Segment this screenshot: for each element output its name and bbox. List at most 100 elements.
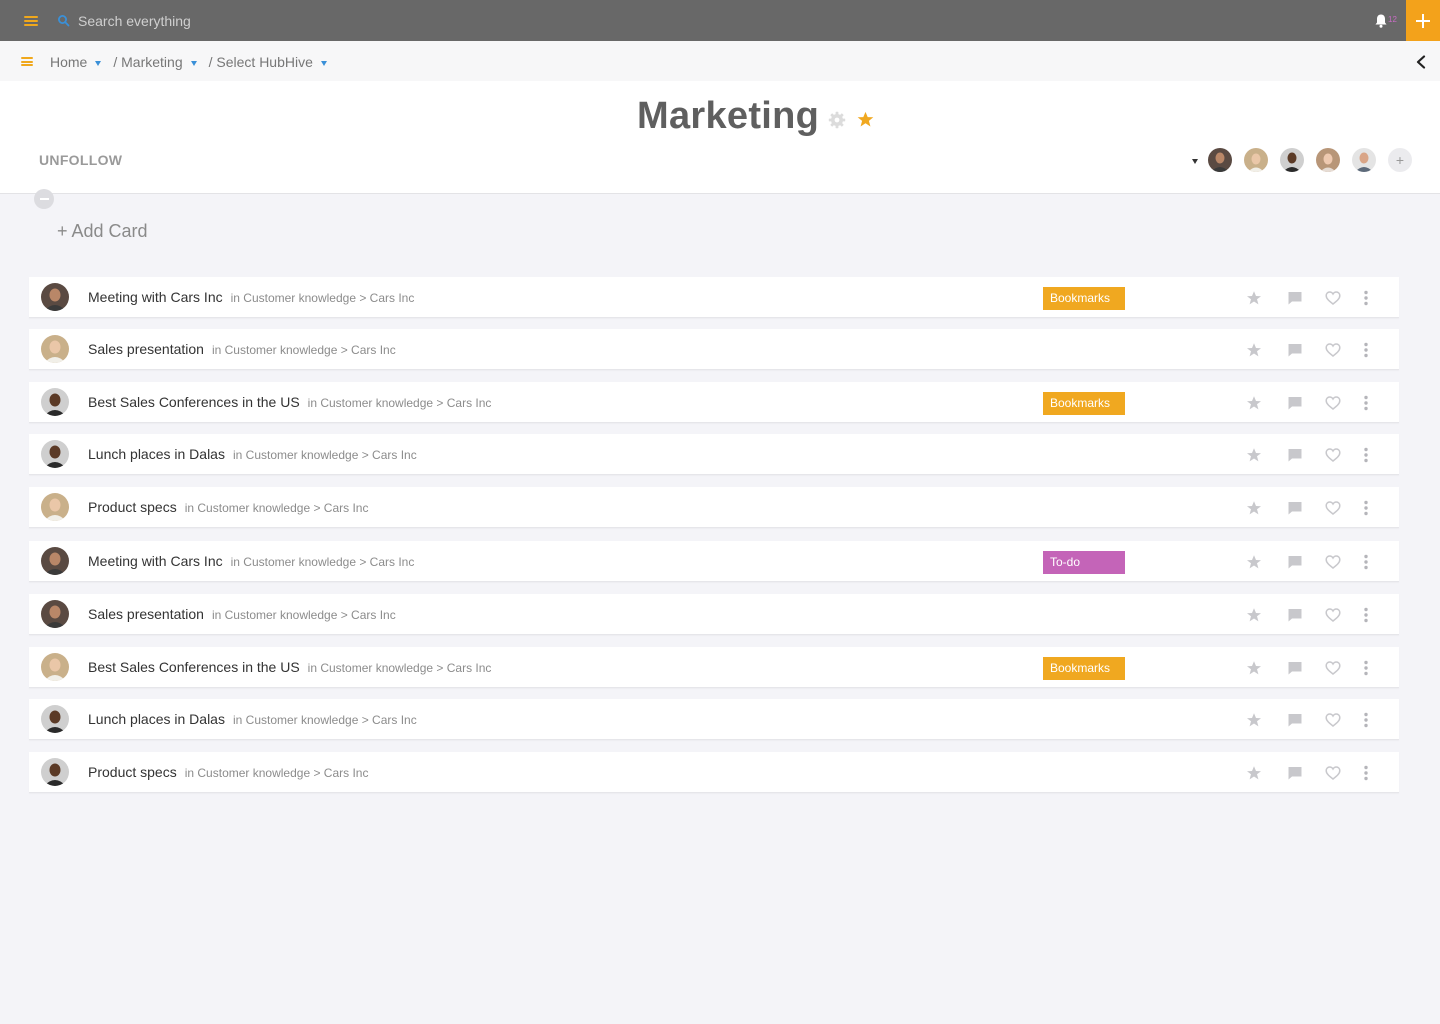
search-input[interactable] — [78, 8, 678, 34]
star-icon[interactable] — [1246, 500, 1262, 516]
chevron-down-icon[interactable] — [320, 60, 327, 66]
avatar[interactable] — [1352, 148, 1376, 172]
star-icon[interactable] — [1246, 765, 1262, 781]
comment-icon[interactable] — [1287, 765, 1303, 781]
comment-icon[interactable] — [1287, 500, 1303, 516]
heart-icon[interactable] — [1325, 607, 1341, 623]
add-card-button[interactable]: + Add Card — [57, 221, 148, 242]
star-icon[interactable] — [1246, 607, 1262, 623]
card-location: in Customer knowledge > Cars Inc — [211, 343, 396, 357]
breadcrumb-home[interactable]: Home — [50, 54, 87, 70]
card-title-block[interactable]: Lunch places in Dalas in Customer knowled… — [88, 711, 417, 727]
breadcrumb-marketing[interactable]: / Marketing — [113, 54, 182, 70]
card-title[interactable]: Product specs — [88, 764, 177, 780]
card-label-badge[interactable]: Bookmarks — [1043, 392, 1125, 415]
card-title[interactable]: Meeting with Cars Inc — [88, 289, 223, 305]
heart-icon[interactable] — [1325, 500, 1341, 516]
breadcrumb-bar: Home / Marketing / Select HubHive — [0, 41, 1440, 81]
avatar[interactable] — [1208, 148, 1232, 172]
avatar[interactable] — [1316, 148, 1340, 172]
card-title[interactable]: Sales presentation — [88, 606, 204, 622]
card-row[interactable]: Best Sales Conferences in the US in Custo… — [29, 647, 1399, 688]
card-title-block[interactable]: Product specs in Customer knowledge > Car… — [88, 499, 368, 515]
card-row[interactable]: Meeting with Cars Inc in Customer knowled… — [29, 541, 1399, 582]
gear-icon[interactable] — [828, 111, 846, 129]
card-title[interactable]: Product specs — [88, 499, 177, 515]
heart-icon[interactable] — [1325, 554, 1341, 570]
comment-icon[interactable] — [1287, 660, 1303, 676]
comment-icon[interactable] — [1287, 342, 1303, 358]
card-title-block[interactable]: Meeting with Cars Inc in Customer knowled… — [88, 289, 414, 305]
heart-icon[interactable] — [1325, 342, 1341, 358]
star-icon[interactable] — [1246, 712, 1262, 728]
star-icon[interactable] — [1246, 447, 1262, 463]
more-options-icon[interactable] — [1362, 342, 1370, 358]
card-title-block[interactable]: Sales presentation in Customer knowledge … — [88, 341, 396, 357]
card-row[interactable]: Lunch places in Dalas in Customer knowled… — [29, 699, 1399, 740]
star-icon[interactable] — [1246, 660, 1262, 676]
card-title[interactable]: Sales presentation — [88, 341, 204, 357]
create-button[interactable] — [1406, 0, 1440, 41]
comment-icon[interactable] — [1287, 395, 1303, 411]
chevron-left-icon[interactable] — [1415, 55, 1427, 69]
card-title-block[interactable]: Meeting with Cars Inc in Customer knowled… — [88, 553, 414, 569]
star-icon[interactable] — [1246, 395, 1262, 411]
more-options-icon[interactable] — [1362, 290, 1370, 306]
heart-icon[interactable] — [1325, 447, 1341, 463]
card-title-block[interactable]: Best Sales Conferences in the US in Custo… — [88, 394, 491, 410]
card-title[interactable]: Lunch places in Dalas — [88, 446, 225, 462]
breadcrumb-select-hubhive[interactable]: / Select HubHive — [209, 54, 313, 70]
star-icon[interactable] — [1246, 290, 1262, 306]
members-dropdown-icon[interactable] — [1192, 159, 1198, 164]
card-label-badge[interactable]: To-do — [1043, 551, 1125, 574]
card-row[interactable]: Sales presentation in Customer knowledge … — [29, 329, 1399, 370]
avatar[interactable] — [1280, 148, 1304, 172]
more-options-icon[interactable] — [1362, 765, 1370, 781]
sidebar-toggle-icon[interactable] — [21, 57, 33, 66]
more-options-icon[interactable] — [1362, 607, 1370, 623]
chevron-down-icon[interactable] — [95, 60, 102, 66]
comment-icon[interactable] — [1287, 712, 1303, 728]
card-title-block[interactable]: Product specs in Customer knowledge > Car… — [88, 764, 368, 780]
card-title-block[interactable]: Best Sales Conferences in the US in Custo… — [88, 659, 491, 675]
more-options-icon[interactable] — [1362, 500, 1370, 516]
star-icon[interactable] — [857, 111, 874, 128]
avatar[interactable] — [1244, 148, 1268, 172]
star-icon[interactable] — [1246, 342, 1262, 358]
more-options-icon[interactable] — [1362, 447, 1370, 463]
more-options-icon[interactable] — [1362, 554, 1370, 570]
card-title-block[interactable]: Sales presentation in Customer knowledge … — [88, 606, 396, 622]
card-row[interactable]: Sales presentation in Customer knowledge … — [29, 594, 1399, 635]
unfollow-button[interactable]: UNFOLLOW — [39, 152, 122, 168]
card-title[interactable]: Best Sales Conferences in the US — [88, 659, 300, 675]
more-options-icon[interactable] — [1362, 395, 1370, 411]
comment-icon[interactable] — [1287, 290, 1303, 306]
menu-icon[interactable] — [24, 16, 38, 26]
card-title-block[interactable]: Lunch places in Dalas in Customer knowled… — [88, 446, 417, 462]
collapse-button[interactable] — [34, 189, 54, 209]
star-icon[interactable] — [1246, 554, 1262, 570]
heart-icon[interactable] — [1325, 290, 1341, 306]
card-row[interactable]: Product specs in Customer knowledge > Car… — [29, 487, 1399, 528]
card-title[interactable]: Meeting with Cars Inc — [88, 553, 223, 569]
card-row[interactable]: Best Sales Conferences in the US in Custo… — [29, 382, 1399, 423]
heart-icon[interactable] — [1325, 395, 1341, 411]
card-title[interactable]: Best Sales Conferences in the US — [88, 394, 300, 410]
card-row[interactable]: Lunch places in Dalas in Customer knowled… — [29, 434, 1399, 475]
card-row[interactable]: Meeting with Cars Inc in Customer knowled… — [29, 277, 1399, 318]
comment-icon[interactable] — [1287, 554, 1303, 570]
card-label-badge[interactable]: Bookmarks — [1043, 287, 1125, 310]
card-label-badge[interactable]: Bookmarks — [1043, 657, 1125, 680]
chevron-down-icon[interactable] — [190, 60, 197, 66]
more-options-icon[interactable] — [1362, 660, 1370, 676]
card-title[interactable]: Lunch places in Dalas — [88, 711, 225, 727]
comment-icon[interactable] — [1287, 447, 1303, 463]
add-member-button[interactable]: + — [1388, 148, 1412, 172]
card-row[interactable]: Product specs in Customer knowledge > Car… — [29, 752, 1399, 793]
heart-icon[interactable] — [1325, 712, 1341, 728]
heart-icon[interactable] — [1325, 765, 1341, 781]
heart-icon[interactable] — [1325, 660, 1341, 676]
bell-icon[interactable] — [1374, 13, 1388, 29]
more-options-icon[interactable] — [1362, 712, 1370, 728]
comment-icon[interactable] — [1287, 607, 1303, 623]
